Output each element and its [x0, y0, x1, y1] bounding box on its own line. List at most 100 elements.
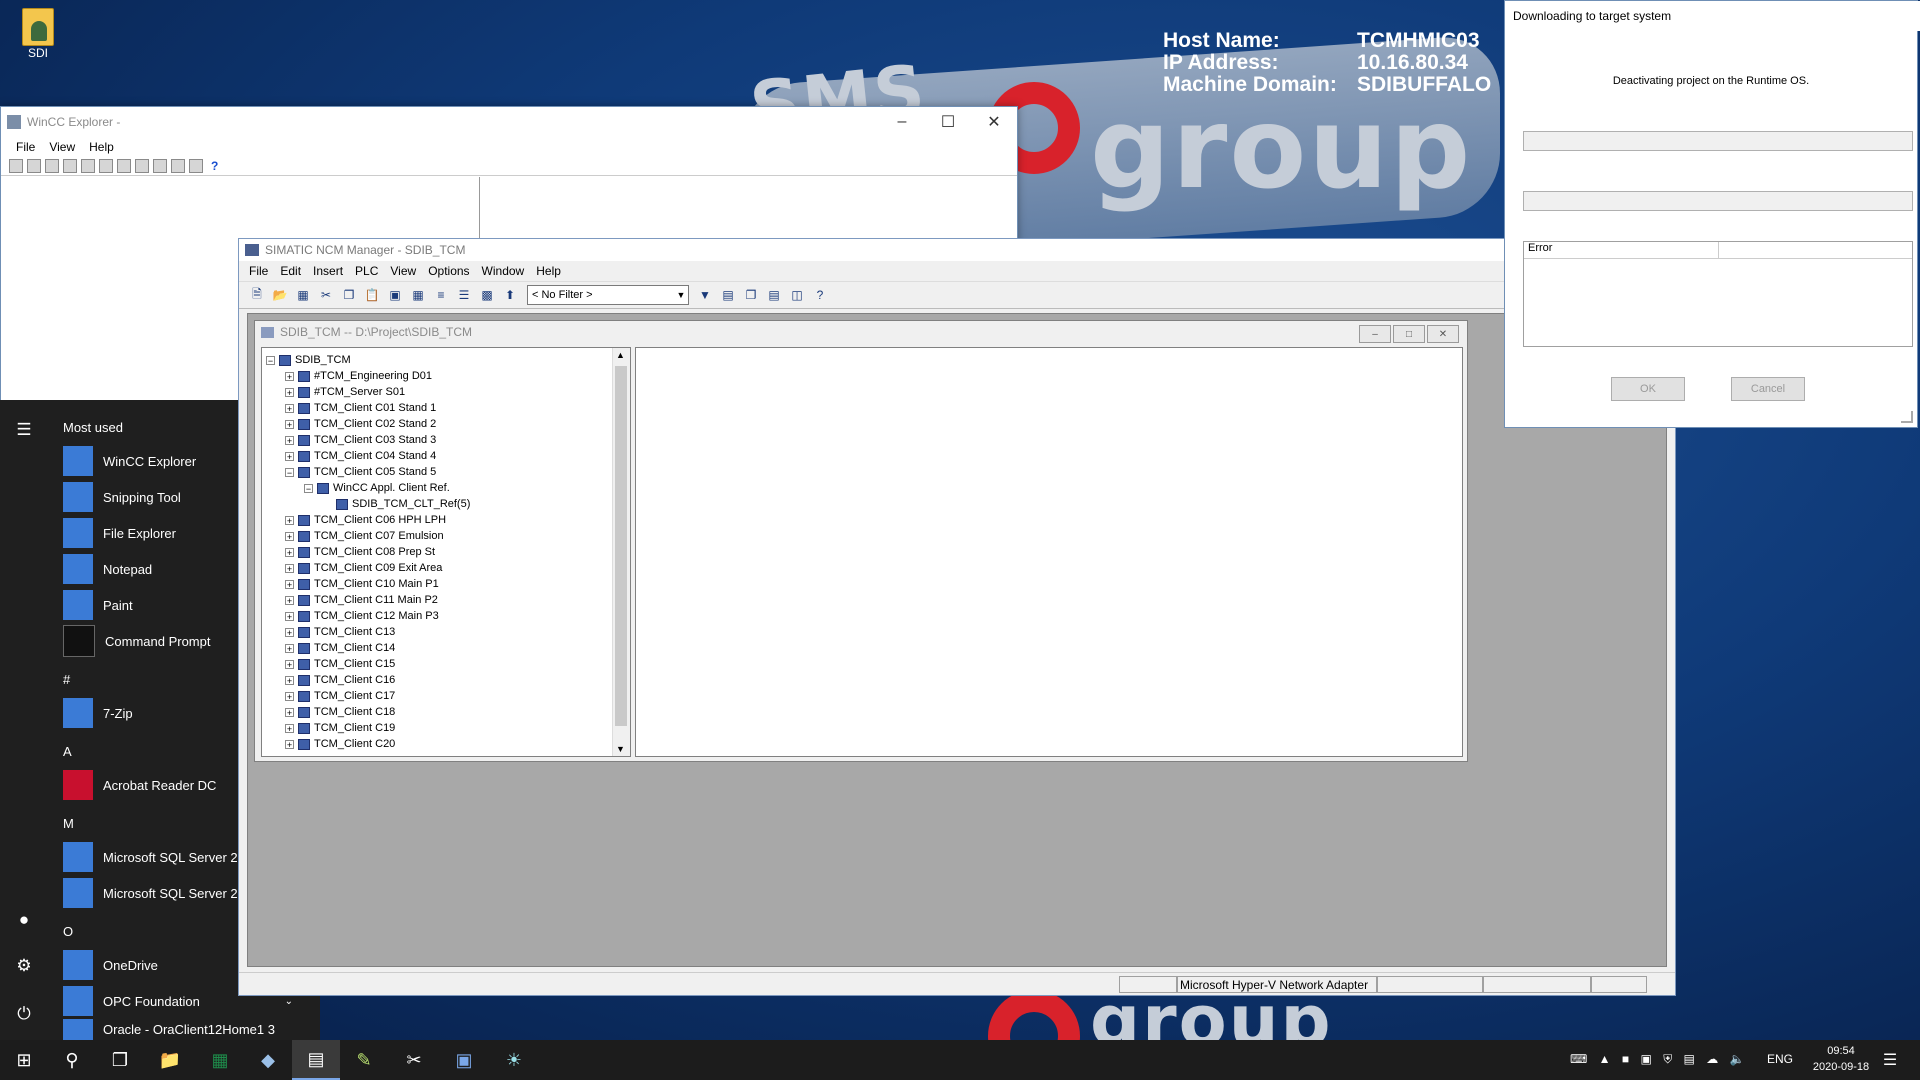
excel-icon[interactable]: ▦ [196, 1040, 244, 1080]
tree-node[interactable]: + TCM_Client C04 Stand 4 [285, 448, 436, 464]
minimize-button[interactable]: – [879, 107, 925, 137]
tree-node[interactable]: + TCM_Client C01 Stand 1 [285, 400, 436, 416]
paste-icon[interactable]: 📋 [362, 285, 382, 305]
project-window-titlebar[interactable]: SDIB_TCM -- D:\Project\SDIB_TCM [255, 321, 1467, 343]
group-letter-o[interactable]: O [63, 924, 73, 939]
list-icon[interactable]: ☰ [454, 285, 474, 305]
filter-dropdown[interactable]: < No Filter > ▼ [527, 285, 689, 305]
menu-edit[interactable]: Edit [274, 264, 307, 278]
tree-node[interactable]: SDIB_TCM_CLT_Ref(5) [323, 496, 470, 512]
expand-icon[interactable]: + [285, 739, 294, 749]
tree-node[interactable]: + #TCM_Server S01 [285, 384, 405, 400]
expand-icon[interactable]: + [285, 403, 294, 413]
shield-icon[interactable]: ⛨ [1663, 1052, 1672, 1066]
stop-icon[interactable] [45, 159, 59, 173]
tree-node[interactable]: + TCM_Client C07 Emulsion [285, 528, 444, 544]
app-oracle[interactable]: Oracle - OraClient12Home1 3 [63, 1019, 303, 1040]
group-letter-hash[interactable]: # [63, 672, 70, 687]
snipping-tool-taskbar-icon[interactable]: ✂ [390, 1040, 438, 1080]
expand-icon[interactable]: + [285, 435, 294, 445]
expand-icon[interactable]: + [285, 675, 294, 685]
small-icons-icon[interactable]: ≡ [431, 285, 451, 305]
chevron-down-icon[interactable]: ⌄ [285, 996, 293, 1007]
tree-node[interactable]: + TCM_Client C17 [285, 688, 395, 704]
menu-view[interactable]: View [42, 140, 82, 154]
settings-gear-icon[interactable]: ⚙ [12, 954, 36, 978]
volume-icon[interactable]: 🔈 [1730, 1052, 1745, 1066]
tree-icon[interactable] [135, 159, 149, 173]
ok-button[interactable]: OK [1611, 377, 1685, 401]
expand-icon[interactable]: + [285, 451, 294, 461]
minimize-button[interactable]: – [1359, 325, 1391, 343]
tree-node[interactable]: + TCM_Client C19 [285, 720, 395, 736]
tree-node[interactable]: + TCM_Client C09 Exit Area [285, 560, 442, 576]
cut-icon[interactable]: ✂ [316, 285, 336, 305]
play-icon[interactable] [63, 159, 77, 173]
dialog-titlebar[interactable]: Downloading to target system [1505, 1, 1920, 31]
expand-icon[interactable]: + [285, 707, 294, 717]
open-icon[interactable]: 📂 [270, 285, 290, 305]
maximize-button[interactable]: ☐ [925, 107, 971, 137]
open-icon[interactable] [27, 159, 41, 173]
menu-help[interactable]: Help [82, 140, 121, 154]
large-icons-icon[interactable]: ▦ [408, 285, 428, 305]
tree-node[interactable]: + TCM_Client C12 Main P3 [285, 608, 439, 624]
display-icon[interactable]: ▣ [1641, 1052, 1652, 1066]
expand-icon[interactable]: + [285, 563, 294, 573]
expand-icon[interactable]: + [285, 387, 294, 397]
error-column-header[interactable]: Error [1524, 242, 1719, 258]
scrollbar-thumb[interactable] [615, 366, 627, 726]
menu-file[interactable]: File [243, 264, 274, 278]
tree-node[interactable]: + TCM_Client C13 [285, 624, 395, 640]
scroll-up-icon[interactable]: ▲ [616, 350, 625, 360]
project-tree[interactable]: ▲ ▼ − SDIB_TCM + #TCM_Engineering D01 + #TCM_… [261, 347, 631, 757]
tree-node[interactable]: − TCM_Client C05 Stand 5 [285, 464, 436, 480]
error-list[interactable]: Error [1523, 241, 1913, 347]
expand-icon[interactable]: + [285, 531, 294, 541]
tree-node[interactable]: + #TCM_Engineering D01 [285, 368, 432, 384]
tile-horizontal-icon[interactable]: ▤ [764, 285, 784, 305]
scroll-down-icon[interactable]: ▼ [616, 744, 625, 754]
ncm-manager-taskbar-icon[interactable]: ▤ [292, 1040, 340, 1080]
desktop-icon-sdi[interactable]: SDI [14, 8, 62, 60]
tree-node[interactable]: − SDIB_TCM [266, 352, 351, 368]
details-icon[interactable] [171, 159, 185, 173]
security-icon[interactable]: ■ [1622, 1052, 1629, 1066]
empty-column-header[interactable] [1719, 242, 1912, 258]
file-explorer-taskbar-icon[interactable]: 📁 [146, 1040, 194, 1080]
new-icon[interactable]: 🗎 [247, 285, 267, 305]
clock[interactable]: 09:54 2020-09-18 [1806, 1043, 1876, 1075]
up-level-icon[interactable]: ⬆ [500, 285, 520, 305]
tree-node[interactable]: + TCM_Client C06 HPH LPH [285, 512, 446, 528]
close-button[interactable]: ✕ [1427, 325, 1459, 343]
tree-node[interactable]: + TCM_Client C02 Stand 2 [285, 416, 436, 432]
context-help-icon[interactable]: ? [810, 285, 830, 305]
language-indicator[interactable]: ENG [1767, 1052, 1793, 1066]
details-icon[interactable]: ▩ [477, 285, 497, 305]
wincc-taskbar-icon[interactable]: ▣ [440, 1040, 488, 1080]
task-view-icon[interactable]: ❐ [96, 1040, 144, 1080]
hamburger-menu-icon[interactable]: ☰ [12, 418, 36, 442]
tree-node[interactable]: + TCM_Client C10 Main P1 [285, 576, 439, 592]
menu-view[interactable]: View [384, 264, 422, 278]
help-icon[interactable]: ? [211, 159, 218, 173]
start-windows-icon[interactable]: ⊞ [0, 1040, 48, 1080]
expand-icon[interactable]: + [285, 691, 294, 701]
wincc-titlebar[interactable]: WinCC Explorer - [1, 107, 1017, 137]
menu-options[interactable]: Options [422, 264, 475, 278]
app-taskbar-icon[interactable]: ◆ [244, 1040, 292, 1080]
notification-icon[interactable]: ☰ [1868, 1040, 1912, 1080]
cascade-icon[interactable]: ❐ [741, 285, 761, 305]
expand-icon[interactable]: + [285, 659, 294, 669]
ncm-titlebar[interactable]: SIMATIC NCM Manager - SDIB_TCM [239, 239, 1675, 261]
filter-icon[interactable]: ▼ [695, 285, 715, 305]
expand-icon[interactable]: + [285, 579, 294, 589]
cloud-icon[interactable]: ☁ [1706, 1052, 1718, 1066]
monitor-icon[interactable]: ▤ [1684, 1052, 1695, 1066]
tile-vertical-icon[interactable]: ◫ [787, 285, 807, 305]
menu-plc[interactable]: PLC [349, 264, 384, 278]
cancel-button[interactable]: Cancel [1731, 377, 1805, 401]
expand-icon[interactable]: + [285, 371, 294, 381]
app-taskbar-icon-2[interactable]: ☀ [490, 1040, 538, 1080]
tree-node[interactable]: + TCM_Client C14 [285, 640, 395, 656]
